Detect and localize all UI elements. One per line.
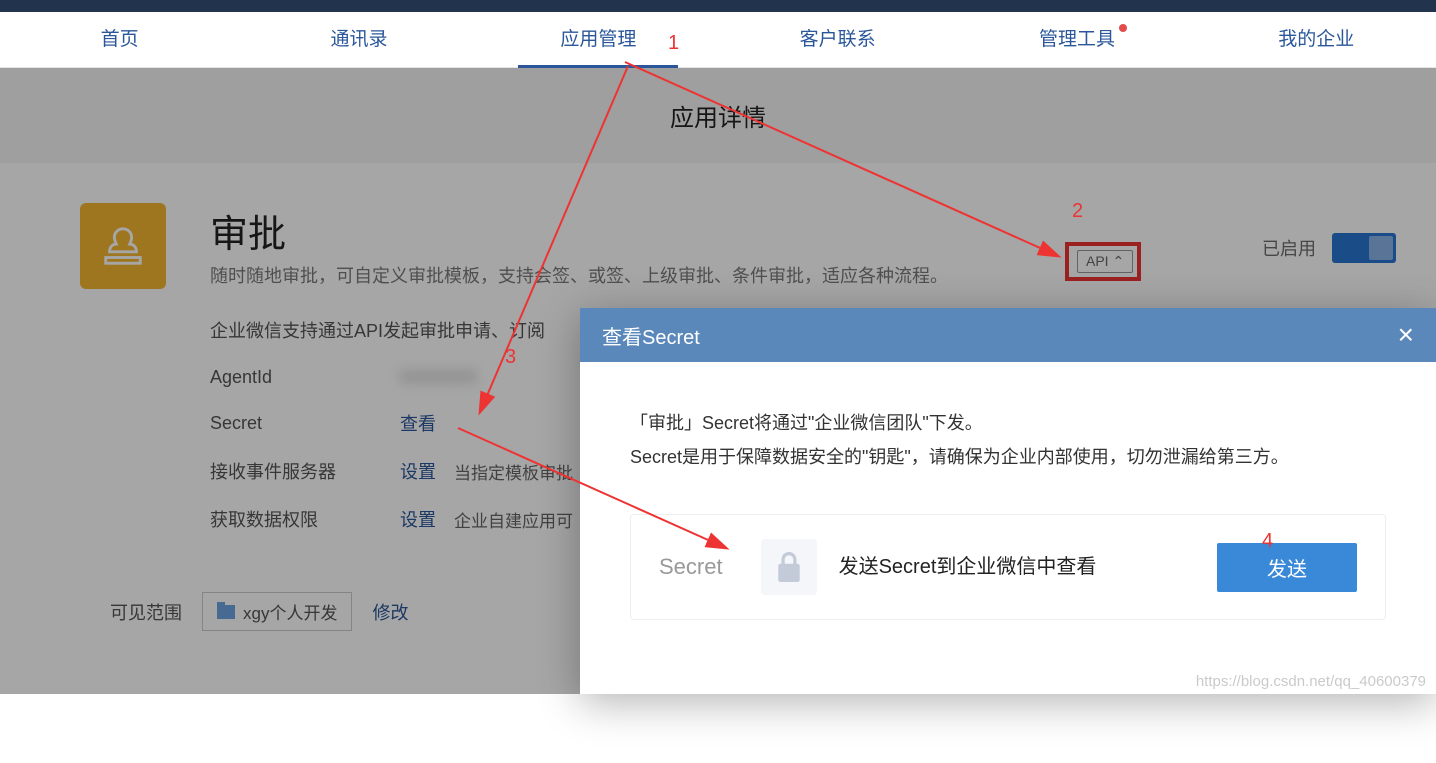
status-block: 已启用: [1262, 233, 1396, 263]
event-server-label: 接收事件服务器: [210, 458, 400, 484]
modal-header: 查看Secret ×: [580, 308, 1436, 362]
nav-contacts[interactable]: 通讯录: [239, 12, 478, 68]
visible-range-tag[interactable]: xgy个人开发: [202, 592, 352, 631]
data-permission-text: 企业自建应用可: [454, 507, 573, 532]
nav-home[interactable]: 首页: [0, 12, 239, 68]
top-strip: [0, 0, 1436, 12]
secret-send-box: Secret 发送Secret到企业微信中查看 发送: [630, 514, 1386, 620]
folder-icon: [217, 605, 235, 619]
nav-tools[interactable]: 管理工具: [957, 12, 1196, 68]
notification-dot-icon: [1119, 24, 1127, 32]
modal-body: 「审批」Secret将通过"企业微信团队"下发。 Secret是用于保障数据安全…: [580, 362, 1436, 664]
main-navbar: 首页 通讯录 应用管理 客户联系 管理工具 我的企业: [0, 12, 1436, 68]
nav-tools-label: 管理工具: [1039, 29, 1115, 50]
app-header: 审批 随时随地审批，可自定义审批模板，支持会签、或签、上级审批、条件审批，适应各…: [210, 203, 1356, 289]
app-stamp-icon: [80, 203, 166, 289]
app-description: 随时随地审批，可自定义审批模板，支持会签、或签、上级审批、条件审批，适应各种流程…: [210, 264, 1356, 289]
visible-range-modify[interactable]: 修改: [372, 599, 408, 625]
api-button[interactable]: API ⌃: [1077, 250, 1133, 273]
modal-title: 查看Secret: [602, 321, 700, 350]
modal-line2: Secret是用于保障数据安全的"钥匙"，请确保为企业内部使用，切勿泄漏给第三方…: [630, 440, 1386, 474]
secret-view-link[interactable]: 查看: [400, 410, 436, 436]
lock-icon: [761, 539, 817, 595]
secret-send-text: 发送Secret到企业微信中查看: [839, 548, 1217, 586]
close-icon[interactable]: ×: [1398, 321, 1414, 349]
visible-range-label: 可见范围: [110, 599, 182, 625]
event-server-link[interactable]: 设置: [400, 458, 436, 484]
nav-my-enterprise[interactable]: 我的企业: [1197, 12, 1436, 68]
nav-apps[interactable]: 应用管理: [479, 12, 718, 68]
data-permission-link[interactable]: 设置: [400, 506, 436, 532]
secret-box-label: Secret: [659, 546, 723, 588]
secret-label: Secret: [210, 413, 400, 434]
agentid-value: XXXXXX: [400, 367, 478, 388]
app-name: 审批: [210, 203, 1356, 258]
secret-modal: 查看Secret × 「审批」Secret将通过"企业微信团队"下发。 Secr…: [580, 308, 1436, 694]
status-label: 已启用: [1262, 235, 1316, 261]
enable-toggle[interactable]: [1332, 233, 1396, 263]
send-button[interactable]: 发送: [1217, 543, 1357, 592]
event-server-text: 当指定模板审批: [454, 459, 573, 484]
page-title: 应用详情: [0, 68, 1436, 163]
modal-line1: 「审批」Secret将通过"企业微信团队"下发。: [630, 406, 1386, 440]
visible-range-tag-text: xgy个人开发: [243, 599, 337, 624]
nav-customer[interactable]: 客户联系: [718, 12, 957, 68]
agentid-label: AgentId: [210, 367, 400, 388]
data-permission-label: 获取数据权限: [210, 506, 400, 532]
api-button-highlight: API ⌃: [1065, 242, 1141, 281]
